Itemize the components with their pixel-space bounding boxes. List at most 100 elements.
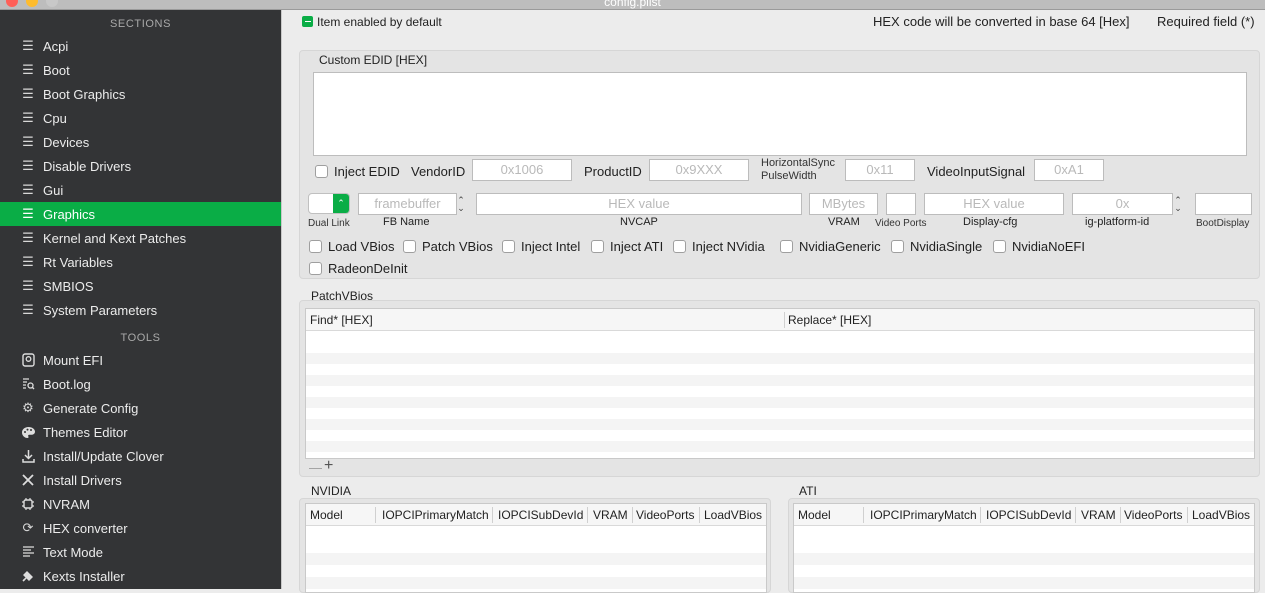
sidebar-item-label: HEX converter bbox=[43, 520, 128, 536]
sidebar-item-kexts-installer[interactable]: Kexts Installer bbox=[0, 564, 281, 588]
boot-display-input[interactable] bbox=[1195, 193, 1252, 215]
checkbox-box[interactable] bbox=[315, 165, 328, 178]
fb-name-input[interactable]: framebuffer bbox=[358, 193, 457, 215]
hsync-label-line1: HorizontalSync bbox=[761, 157, 835, 169]
sidebar-item-label: SMBIOS bbox=[43, 278, 94, 294]
column-divider bbox=[699, 507, 700, 523]
ig-platform-id-stepper[interactable]: ⌃ ⌄ bbox=[1171, 193, 1185, 215]
nvidia-no-efi-checkbox[interactable]: NvidiaNoEFI bbox=[993, 239, 1085, 254]
checkbox-label: RadeonDeInit bbox=[328, 261, 408, 276]
fb-name-stepper[interactable]: ⌃ ⌄ bbox=[454, 193, 468, 215]
video-ports-label: Video Ports bbox=[875, 218, 927, 229]
checkbox-box[interactable] bbox=[309, 240, 322, 253]
vendor-id-input[interactable]: 0x1006 bbox=[472, 159, 572, 181]
nvidia-table[interactable]: Model IOPCIPrimaryMatch IOPCISubDevId VR… bbox=[305, 503, 767, 593]
checkbox-box[interactable] bbox=[309, 262, 322, 275]
display-cfg-input[interactable]: HEX value bbox=[924, 193, 1064, 215]
sidebar-item-themes-editor[interactable]: Themes Editor bbox=[0, 420, 281, 444]
column-header-replace[interactable]: Replace* [HEX] bbox=[788, 313, 871, 327]
sidebar-item-label: NVRAM bbox=[43, 496, 90, 512]
sidebar-item-label: Install Drivers bbox=[43, 472, 122, 488]
checkbox-box[interactable] bbox=[591, 240, 604, 253]
patch-vbios-table[interactable]: Find* [HEX] Replace* [HEX] bbox=[305, 308, 1255, 459]
sidebar-item-rt-variables[interactable]: ☰ Rt Variables bbox=[0, 250, 281, 274]
sidebar-item-generate-config[interactable]: ⚙ Generate Config bbox=[0, 396, 281, 420]
column-header-videoports[interactable]: VideoPorts bbox=[636, 508, 694, 522]
sidebar-item-boot-log[interactable]: Boot.log bbox=[0, 372, 281, 396]
load-vbios-checkbox[interactable]: Load VBios bbox=[309, 239, 395, 254]
sidebar-item-system-parameters[interactable]: ☰ System Parameters bbox=[0, 298, 281, 322]
checkbox-box[interactable] bbox=[403, 240, 416, 253]
stepper-down-icon[interactable]: ⌄ bbox=[1174, 204, 1182, 213]
sidebar-item-gui[interactable]: ☰ Gui bbox=[0, 178, 281, 202]
sidebar-item-smbios[interactable]: ☰ SMBIOS bbox=[0, 274, 281, 298]
sidebar-item-boot-graphics[interactable]: ☰ Boot Graphics bbox=[0, 82, 281, 106]
add-row-button[interactable]: + bbox=[324, 457, 333, 475]
checkbox-box[interactable] bbox=[502, 240, 515, 253]
list-icon: ☰ bbox=[22, 254, 34, 269]
sidebar-item-label: Rt Variables bbox=[43, 254, 113, 270]
sidebar-item-install-update-clover[interactable]: Install/Update Clover bbox=[0, 444, 281, 468]
column-header-iopcisubdevid[interactable]: IOPCISubDevId bbox=[498, 508, 583, 522]
ig-platform-id-input[interactable]: 0x bbox=[1072, 193, 1173, 215]
column-header-find[interactable]: Find* [HEX] bbox=[310, 313, 373, 327]
table-row bbox=[306, 353, 1254, 364]
sidebar-item-acpi[interactable]: ☰ Acpi bbox=[0, 34, 281, 58]
stepper-down-icon[interactable]: ⌄ bbox=[457, 204, 465, 213]
column-header-loadvbios[interactable]: LoadVBios bbox=[1192, 508, 1250, 522]
column-header-vram[interactable]: VRAM bbox=[593, 508, 628, 522]
list-icon: ☰ bbox=[22, 278, 34, 293]
video-ports-input[interactable] bbox=[886, 193, 916, 215]
sidebar-item-label: Boot Graphics bbox=[43, 86, 126, 102]
column-header-vram[interactable]: VRAM bbox=[1081, 508, 1116, 522]
checkbox-box[interactable] bbox=[891, 240, 904, 253]
nvidia-single-checkbox[interactable]: NvidiaSingle bbox=[891, 239, 982, 254]
inject-ati-checkbox[interactable]: Inject ATI bbox=[591, 239, 663, 254]
column-header-iopciprimarymatch[interactable]: IOPCIPrimaryMatch bbox=[870, 508, 977, 522]
column-header-loadvbios[interactable]: LoadVBios bbox=[704, 508, 762, 522]
sidebar-item-text-mode[interactable]: Text Mode bbox=[0, 540, 281, 564]
patch-vbios-checkbox[interactable]: Patch VBios bbox=[403, 239, 493, 254]
list-icon: ☰ bbox=[22, 206, 34, 221]
plug-icon bbox=[20, 568, 36, 584]
dual-link-popup[interactable]: ⌃ bbox=[308, 193, 350, 214]
inject-intel-checkbox[interactable]: Inject Intel bbox=[502, 239, 580, 254]
checkbox-box[interactable] bbox=[993, 240, 1006, 253]
sidebar-item-hex-converter[interactable]: ⟳ HEX converter bbox=[0, 516, 281, 540]
column-header-videoports[interactable]: VideoPorts bbox=[1124, 508, 1182, 522]
column-header-iopciprimarymatch[interactable]: IOPCIPrimaryMatch bbox=[382, 508, 489, 522]
column-header-model[interactable]: Model bbox=[310, 508, 343, 522]
table-header: Model IOPCIPrimaryMatch IOPCISubDevId VR… bbox=[794, 504, 1254, 526]
sidebar-item-boot[interactable]: ☰ Boot bbox=[0, 58, 281, 82]
checkbox-box[interactable] bbox=[673, 240, 686, 253]
sidebar-item-mount-efi[interactable]: Mount EFI bbox=[0, 348, 281, 372]
sidebar-item-nvram[interactable]: NVRAM bbox=[0, 492, 281, 516]
vram-input[interactable]: MBytes bbox=[809, 193, 878, 215]
sidebar-item-label: Kexts Installer bbox=[43, 568, 125, 584]
sidebar-item-cpu[interactable]: ☰ Cpu bbox=[0, 106, 281, 130]
radeon-deinit-checkbox[interactable]: RadeonDeInit bbox=[309, 261, 408, 276]
custom-edid-textarea[interactable] bbox=[313, 72, 1247, 156]
sidebar: SECTIONS ☰ Acpi ☰ Boot ☰ Boot Graphics ☰ Cpu… bbox=[0, 10, 281, 589]
sidebar-item-install-drivers[interactable]: Install Drivers bbox=[0, 468, 281, 492]
sidebar-item-devices[interactable]: ☰ Devices bbox=[0, 130, 281, 154]
nvidia-generic-checkbox[interactable]: NvidiaGeneric bbox=[780, 239, 881, 254]
inject-nvidia-checkbox[interactable]: Inject NVidia bbox=[673, 239, 765, 254]
sidebar-item-kernel-and-kext-patches[interactable]: ☰ Kernel and Kext Patches bbox=[0, 226, 281, 250]
video-input-signal-input[interactable]: 0xA1 bbox=[1034, 159, 1104, 181]
column-header-model[interactable]: Model bbox=[798, 508, 831, 522]
vram-label: VRAM bbox=[828, 216, 860, 228]
ati-table[interactable]: Model IOPCIPrimaryMatch IOPCISubDevId VR… bbox=[793, 503, 1255, 593]
product-id-input[interactable]: 0x9XXX bbox=[649, 159, 749, 181]
nvcap-input[interactable]: HEX value bbox=[476, 193, 802, 215]
remove-row-button[interactable]: — bbox=[309, 460, 322, 475]
sidebar-item-label: Gui bbox=[43, 182, 64, 198]
checkbox-label: Patch VBios bbox=[422, 239, 493, 254]
checkbox-box[interactable] bbox=[780, 240, 793, 253]
list-icon: ☰ bbox=[22, 62, 34, 77]
hsync-pulse-width-input[interactable]: 0x11 bbox=[845, 159, 915, 181]
sidebar-item-disable-drivers[interactable]: ☰ Disable Drivers bbox=[0, 154, 281, 178]
sidebar-item-graphics[interactable]: ☰ Graphics bbox=[0, 202, 281, 226]
column-header-iopcisubdevid[interactable]: IOPCISubDevId bbox=[986, 508, 1071, 522]
inject-edid-checkbox[interactable]: Inject EDID bbox=[315, 164, 400, 179]
